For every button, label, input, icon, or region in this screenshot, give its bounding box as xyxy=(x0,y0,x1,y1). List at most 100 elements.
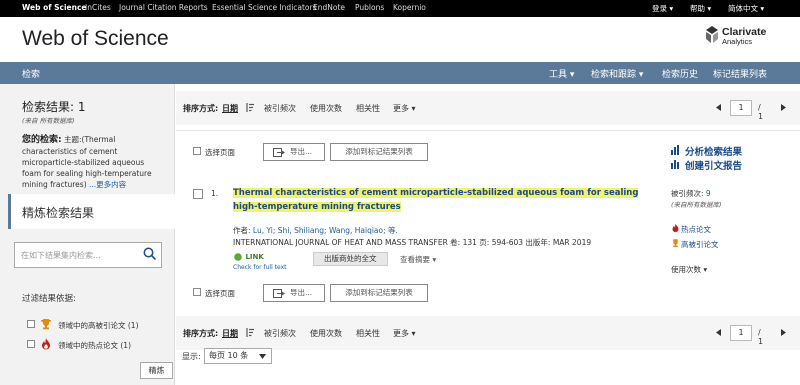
next-page-icon[interactable] xyxy=(781,104,786,111)
sort-desc-icon[interactable] xyxy=(246,328,254,337)
filter-label: 领域中的热点论文 (1) xyxy=(58,341,132,350)
authors-list[interactable]: Lu, Yi; Shi, Shiliang; Wang, Haiqiao; 等. xyxy=(253,226,398,235)
check-full-text[interactable]: Check for full text xyxy=(233,264,287,271)
full-text-button[interactable]: 出版商处的全文 xyxy=(313,252,388,266)
header: Web of Science Clarivate Analytics xyxy=(0,17,800,62)
nav-bar: 检索 工具 ▾ 检索和跟踪 ▾ 检索历史 标记结果列表 xyxy=(0,62,800,84)
link-logo: LINK xyxy=(233,253,264,261)
record-title[interactable]: Thermal characteristics of cement microp… xyxy=(233,186,653,214)
add-to-marked-button[interactable]: 添加到标记结果列表 xyxy=(330,143,428,161)
refine-button[interactable]: 精炼 xyxy=(140,362,173,379)
times-cited-source: (来自所有数据库) xyxy=(671,201,722,209)
record-checkbox[interactable] xyxy=(193,189,203,199)
query-label: 您的检索: xyxy=(22,135,62,145)
sort-label: 排序方式: xyxy=(183,329,219,338)
nav-search-alerts[interactable]: 检索和跟踪 ▾ xyxy=(591,67,643,80)
hot-paper-link[interactable]: 热点论文 xyxy=(681,224,711,235)
trophy-icon xyxy=(673,239,678,247)
flame-icon xyxy=(42,338,50,350)
clarivate-mark-icon xyxy=(706,26,718,43)
export-icon xyxy=(273,148,285,157)
analyze-results-link[interactable]: 分析检索结果 xyxy=(685,144,742,158)
times-cited: 被引频次: 9 xyxy=(671,188,711,199)
select-page-checkbox[interactable] xyxy=(193,288,201,296)
sort-times-cited[interactable]: 被引频次 xyxy=(264,103,296,114)
export-icon xyxy=(273,289,285,298)
trophy-icon xyxy=(41,319,51,330)
export-label: 导出... xyxy=(290,147,313,156)
sort-more[interactable]: 更多 ▾ xyxy=(393,328,416,339)
top-link-wos[interactable]: Web of Science xyxy=(22,3,86,12)
citation-report-link[interactable]: 创建引文报告 xyxy=(685,158,742,172)
results-count: 检索结果: 1 xyxy=(22,100,86,114)
nav-marked-list[interactable]: 标记结果列表 xyxy=(713,67,767,80)
sort-usage[interactable]: 使用次数 xyxy=(310,328,342,339)
filter-label: 领域中的高被引论文 (1) xyxy=(58,321,139,330)
view-abstract[interactable]: 查看摘要 ▾ xyxy=(400,254,436,265)
export-label: 导出... xyxy=(290,288,313,297)
select-page-label: 选择页面 xyxy=(205,289,235,298)
filter-title: 过滤结果依据: xyxy=(22,294,76,304)
sort-relevance[interactable]: 相关性 xyxy=(356,328,380,339)
top-link-incites[interactable]: InCites xyxy=(85,3,111,12)
per-page-value: 每页 10 条 xyxy=(209,351,249,360)
wos-logo[interactable]: Web of Science xyxy=(22,27,169,51)
record-title-text[interactable]: Thermal characteristics of cement microp… xyxy=(233,188,639,212)
top-link-jcr[interactable]: Journal Citation Reports xyxy=(119,3,208,12)
refine-header: 精炼检索结果 xyxy=(8,194,175,229)
authors-label: 作者: xyxy=(233,226,251,235)
top-link-endnote[interactable]: EndNote xyxy=(313,3,345,12)
highly-cited-link[interactable]: 高被引论文 xyxy=(681,239,719,250)
next-page-icon[interactable] xyxy=(781,329,786,336)
search-query: 您的检索: 主题:(Thermal characteristics of cem… xyxy=(22,134,162,190)
sort-more[interactable]: 更多 ▾ xyxy=(393,103,416,114)
filter-checkbox[interactable] xyxy=(27,340,35,348)
sort-date[interactable]: 日期 xyxy=(222,103,238,114)
more-link[interactable]: ...更多内容 xyxy=(89,180,126,189)
login-menu[interactable]: 登录 ▾ xyxy=(652,3,673,14)
export-button[interactable]: 导出... xyxy=(263,284,325,302)
sort-times-cited[interactable]: 被引频次 xyxy=(264,328,296,339)
sfx-link[interactable]: LINK Check for full text xyxy=(233,253,293,275)
link-logo-text: LINK xyxy=(245,253,264,261)
nav-tools[interactable]: 工具 ▾ xyxy=(549,67,574,80)
action-row-bottom: 选择页面 导出... 添加到标记结果列表 xyxy=(193,284,613,302)
nav-history[interactable]: 检索历史 xyxy=(662,67,698,80)
main-panel: 排序方式: 日期 被引频次 使用次数 相关性 更多 ▾ 1 / 1 选择页面 导… xyxy=(176,84,800,385)
top-link-publons[interactable]: Publons xyxy=(355,3,384,12)
help-menu[interactable]: 帮助 ▾ xyxy=(690,3,711,14)
top-link-kopernio[interactable]: Kopernio xyxy=(393,3,426,12)
search-icon[interactable] xyxy=(143,247,157,261)
page-number-input[interactable]: 1 xyxy=(730,325,752,341)
sort-usage[interactable]: 使用次数 xyxy=(310,103,342,114)
times-cited-value[interactable]: 9 xyxy=(706,189,711,198)
top-link-esi[interactable]: Essential Science Indicators xyxy=(212,3,317,12)
filter-checkbox[interactable] xyxy=(27,320,35,328)
per-page-select[interactable]: 每页 10 条 xyxy=(204,348,272,364)
sort-desc-icon[interactable] xyxy=(246,103,254,112)
sfx-link-icon xyxy=(234,253,242,261)
sort-bar-top: 排序方式: 日期 被引频次 使用次数 相关性 更多 ▾ 1 / 1 xyxy=(176,91,800,125)
page-number-input[interactable]: 1 xyxy=(730,100,752,116)
record-number: 1. xyxy=(211,189,219,198)
chevron-down-icon xyxy=(259,354,266,359)
prev-page-icon[interactable] xyxy=(716,104,721,111)
add-to-marked-button[interactable]: 添加到标记结果列表 xyxy=(330,284,428,302)
usage-count-toggle[interactable]: 使用次数 ▾ xyxy=(671,264,707,275)
action-row-top: 选择页面 导出... 添加到标记结果列表 xyxy=(193,143,613,161)
results-source: (来自 所有数据库) xyxy=(22,117,75,125)
refine-title: 精炼检索结果 xyxy=(22,206,95,220)
select-page-label: 选择页面 xyxy=(205,148,235,157)
prev-page-icon[interactable] xyxy=(716,329,721,336)
sort-date[interactable]: 日期 xyxy=(222,328,238,339)
export-button[interactable]: 导出... xyxy=(263,143,325,161)
search-within-input[interactable] xyxy=(21,243,141,267)
nav-search[interactable]: 检索 xyxy=(22,67,40,80)
top-bar: Web of Science InCites Journal Citation … xyxy=(0,0,800,17)
language-menu[interactable]: 简体中文 ▾ xyxy=(728,3,764,14)
select-page-checkbox[interactable] xyxy=(193,147,201,155)
display-label: 显示: xyxy=(182,352,201,361)
citation-report-icon xyxy=(671,160,679,169)
page-total: / 1 xyxy=(758,103,764,121)
sort-relevance[interactable]: 相关性 xyxy=(356,103,380,114)
